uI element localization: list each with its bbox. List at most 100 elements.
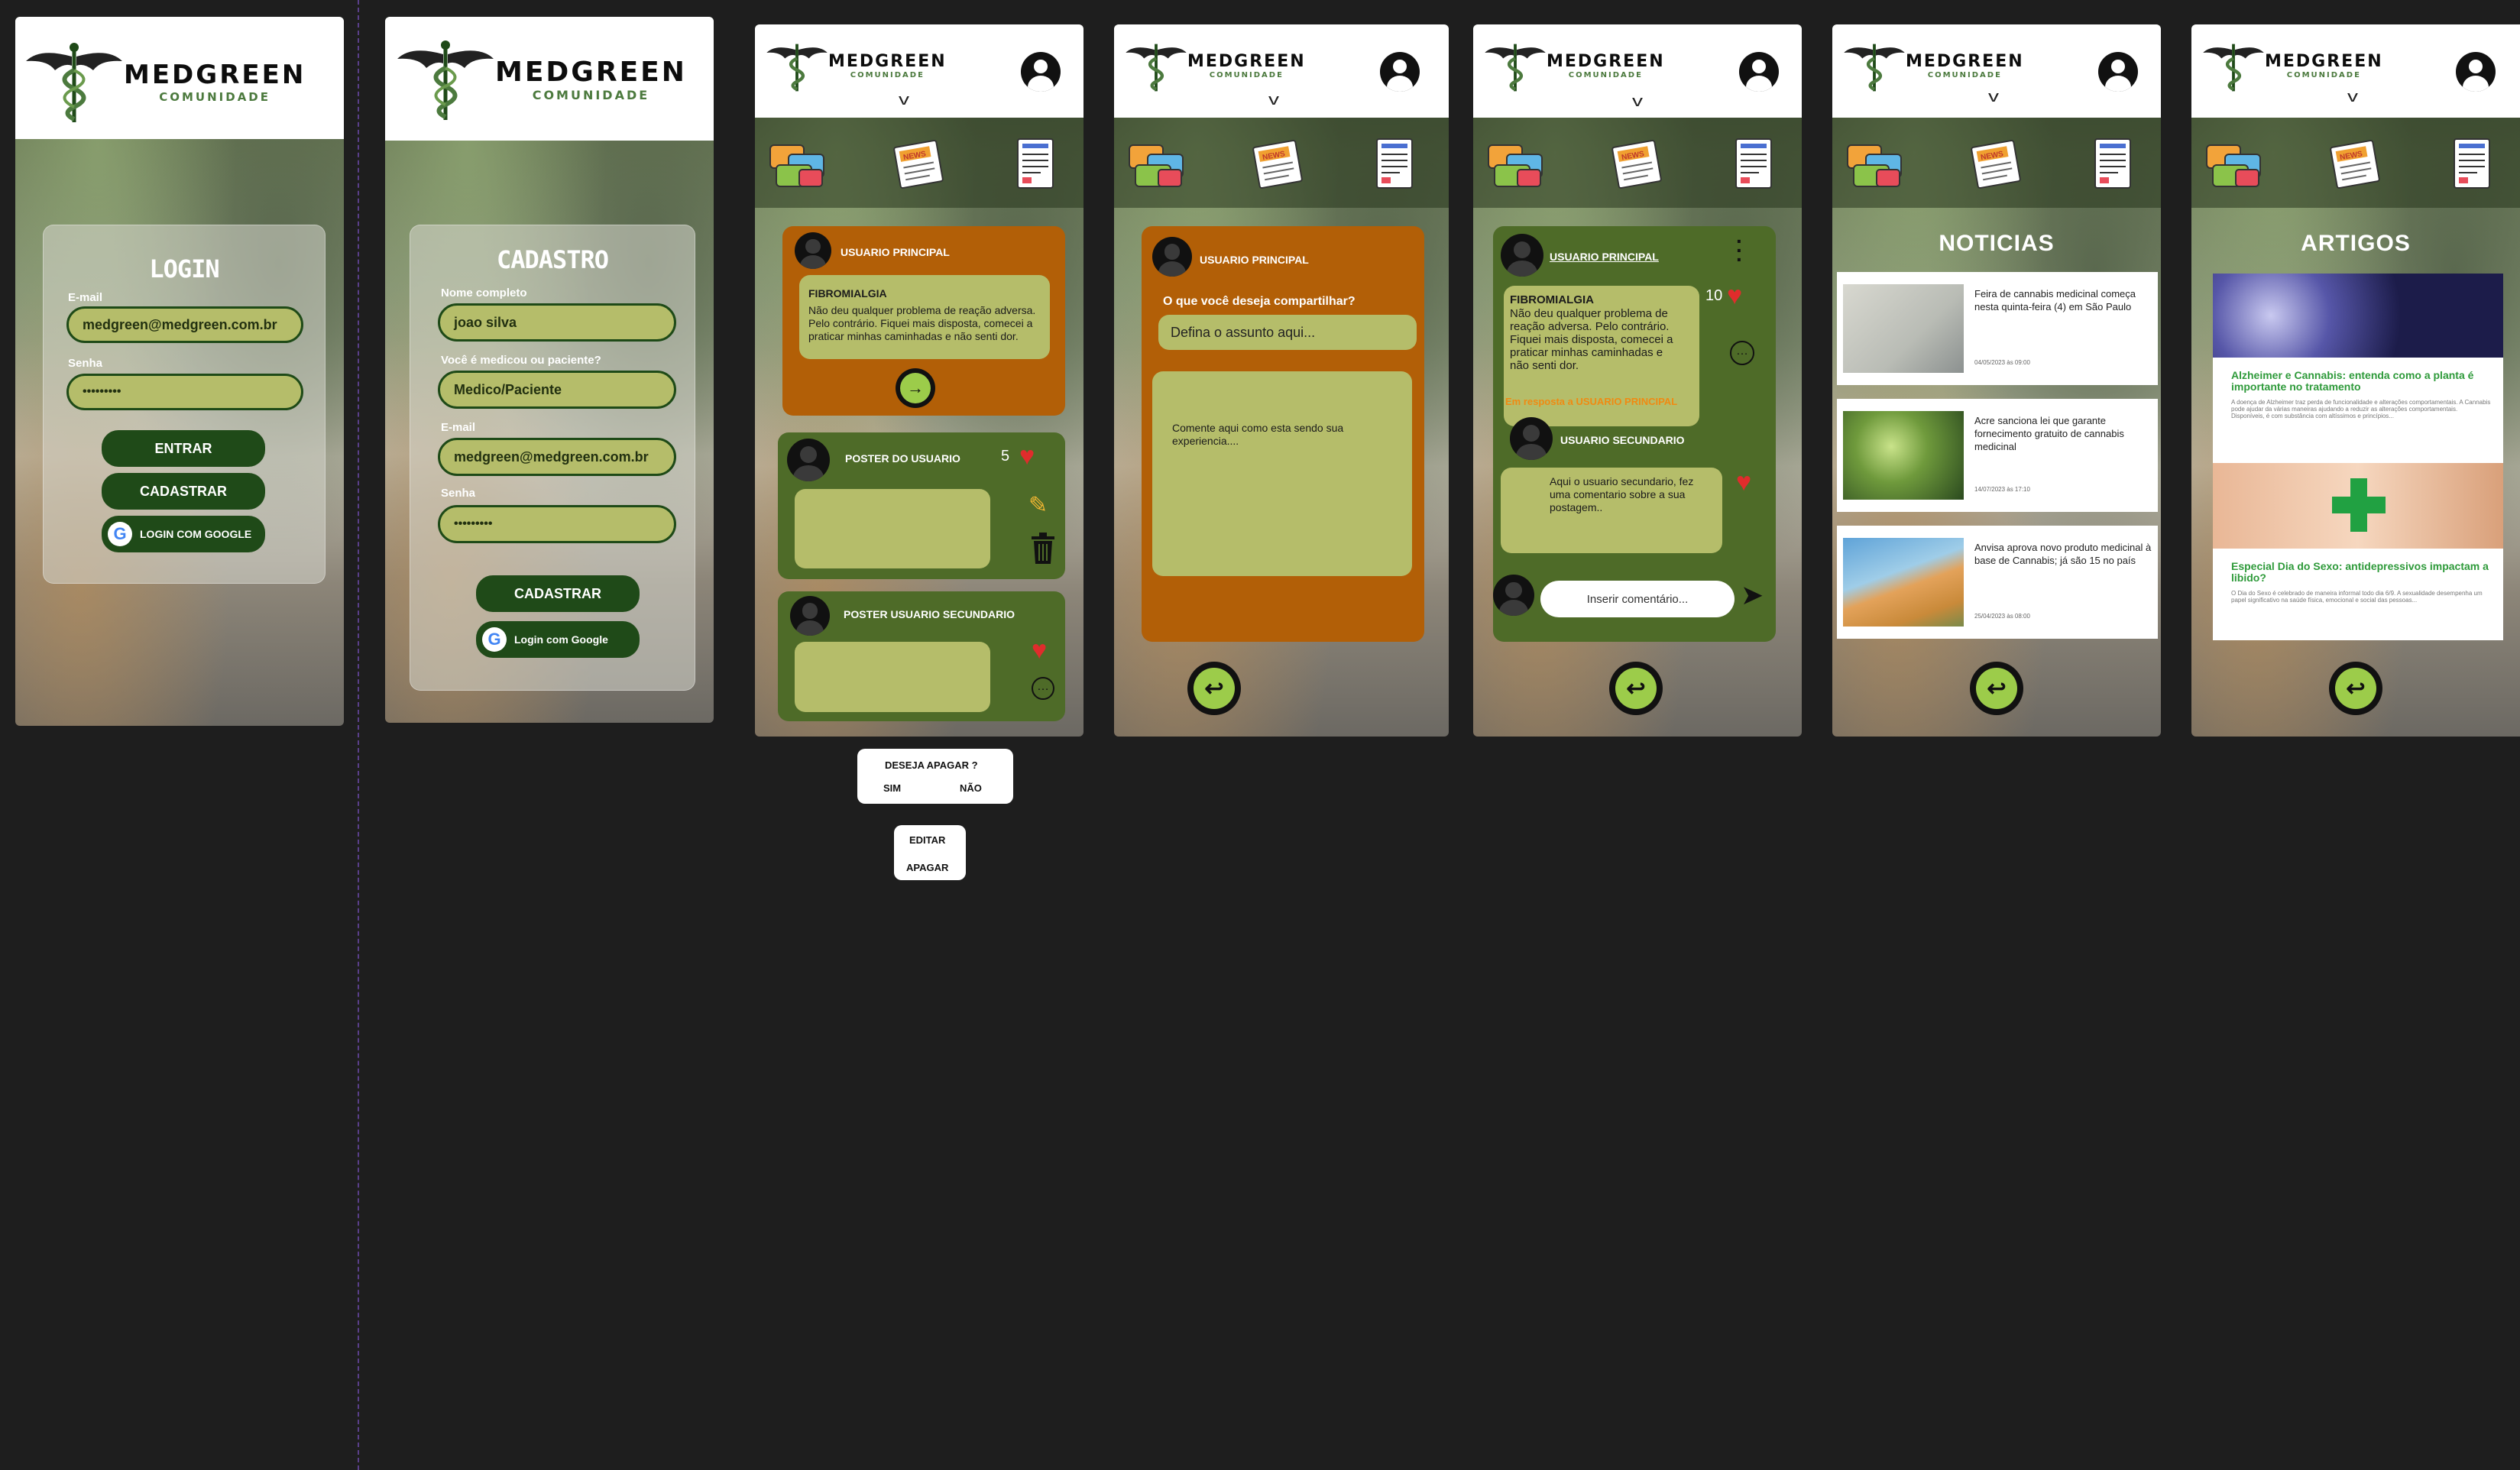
news-title: NOTICIAS bbox=[1939, 231, 2055, 256]
news-icon[interactable]: NEWS bbox=[889, 139, 949, 193]
forum-icon[interactable] bbox=[767, 139, 827, 193]
more-options-icon[interactable]: · · · bbox=[1736, 231, 1744, 270]
news-item[interactable]: Feira de cannabis medicinal começa nesta… bbox=[1837, 272, 2158, 385]
forum-icon[interactable] bbox=[1485, 139, 1545, 193]
news-thumbnail bbox=[1843, 284, 1964, 373]
google-icon: G bbox=[482, 627, 507, 652]
profile-avatar[interactable] bbox=[2098, 52, 2138, 92]
news-date: 25/04/2023 às 08:00 bbox=[1974, 613, 2030, 620]
heart-icon[interactable]: ♥ bbox=[1736, 469, 1751, 495]
google-login-label: Login com Google bbox=[514, 633, 608, 646]
news-screen: MEDGREEN COMUNIDADE v NEWS NOTICIAS Feir… bbox=[1832, 24, 2161, 737]
article-icon[interactable] bbox=[1365, 138, 1424, 191]
brand-subtitle: COMUNIDADE bbox=[532, 88, 650, 102]
medgreen-logo: MEDGREEN COMUNIDADE bbox=[1484, 37, 1665, 95]
delete-confirm-popup: DESEJA APAGAR ? SIM NÃO bbox=[857, 749, 1013, 804]
heart-icon[interactable]: ♥ bbox=[1727, 283, 1742, 309]
heart-icon[interactable]: ♥ bbox=[1032, 637, 1047, 663]
reply-text: Aqui o usuario secundario, fez uma comen… bbox=[1550, 475, 1694, 513]
secondary-poster-card: POSTER USUARIO SECUNDARIO ♥ … bbox=[778, 591, 1065, 721]
article-icon[interactable] bbox=[2442, 138, 2502, 191]
register-submit-button[interactable]: CADASTRAR bbox=[476, 575, 640, 612]
email-label: E-mail bbox=[441, 421, 476, 434]
brand-subtitle: COMUNIDADE bbox=[850, 71, 925, 79]
brand-name: MEDGREEN bbox=[495, 57, 687, 88]
news-icon[interactable]: NEWS bbox=[1608, 139, 1667, 193]
compose-question: O que você deseja compartilhar? bbox=[1163, 295, 1356, 308]
subject-input[interactable]: Defina o assunto aqui... bbox=[1158, 315, 1417, 350]
post-text: Não deu qualquer problema de reação adve… bbox=[808, 304, 1036, 342]
news-thumbnail bbox=[1843, 538, 1964, 627]
user-avatar bbox=[795, 232, 831, 269]
category-nav: NEWS bbox=[1473, 118, 1802, 208]
edit-pencil-icon[interactable]: ✎ bbox=[1028, 492, 1048, 519]
enter-button[interactable]: ENTRAR bbox=[102, 430, 265, 467]
chevron-down-icon[interactable]: v bbox=[1268, 92, 1279, 109]
article-image bbox=[2213, 274, 2503, 358]
trash-icon[interactable] bbox=[1030, 532, 1056, 565]
chevron-down-icon[interactable]: v bbox=[1988, 89, 1999, 106]
comment-icon[interactable]: … bbox=[1730, 341, 1754, 365]
profile-avatar[interactable] bbox=[1739, 52, 1779, 92]
comment-icon[interactable]: … bbox=[1032, 677, 1054, 700]
forum-icon[interactable] bbox=[1126, 139, 1186, 193]
experience-textarea[interactable]: Comente aqui como esta sendo sua experie… bbox=[1152, 371, 1412, 576]
confirm-no-button[interactable]: NÃO bbox=[960, 782, 982, 794]
article-icon[interactable] bbox=[1006, 138, 1065, 191]
google-login-button[interactable]: G Login com Google bbox=[476, 621, 640, 658]
google-login-button[interactable]: G LOGIN COM GOOGLE bbox=[102, 516, 265, 552]
caduceus-icon bbox=[1126, 44, 1187, 92]
chevron-down-icon[interactable]: v bbox=[2347, 89, 2358, 106]
brand-name: MEDGREEN bbox=[2265, 52, 2383, 71]
article-card[interactable]: Alzheimer e Cannabis: entenda como a pla… bbox=[2213, 274, 2503, 483]
forum-icon[interactable] bbox=[2204, 139, 2263, 193]
submit-arrow-button[interactable]: → bbox=[896, 368, 935, 408]
news-icon[interactable]: NEWS bbox=[2326, 139, 2386, 193]
article-icon[interactable] bbox=[1724, 138, 1783, 191]
category-nav: NEWS bbox=[2191, 118, 2520, 208]
user-type-field[interactable]: Medico/Paciente bbox=[438, 371, 676, 409]
medgreen-logo: MEDGREEN COMUNIDADE bbox=[2202, 37, 2383, 95]
comment-input[interactable]: Inserir comentário... bbox=[1540, 581, 1735, 617]
register-button[interactable]: CADASTRAR bbox=[102, 473, 265, 510]
name-field[interactable]: joao silva bbox=[438, 303, 676, 342]
back-button[interactable]: ↩ bbox=[1970, 662, 2023, 715]
article-excerpt: O Dia do Sexo é celebrado de maneira inf… bbox=[2231, 590, 2483, 604]
profile-avatar[interactable] bbox=[2456, 52, 2496, 92]
email-field[interactable]: medgreen@medgreen.com.br bbox=[66, 306, 303, 343]
forum-icon[interactable] bbox=[1845, 139, 1904, 193]
news-item[interactable]: Anvisa aprova novo produto medicinal à b… bbox=[1837, 526, 2158, 639]
password-field[interactable]: ••••••••• bbox=[66, 374, 303, 410]
caduceus-icon bbox=[1485, 44, 1546, 92]
delete-button[interactable]: APAGAR bbox=[906, 862, 948, 873]
send-icon[interactable]: ➤ bbox=[1741, 579, 1764, 611]
poster-content-box[interactable] bbox=[795, 489, 990, 568]
login-screen: MEDGREEN COMUNIDADE LOGIN E-mail medgree… bbox=[15, 17, 344, 726]
article-card[interactable]: Especial Dia do Sexo: antidepressivos im… bbox=[2213, 463, 2503, 640]
user-avatar bbox=[1152, 237, 1192, 277]
back-button[interactable]: ↩ bbox=[1187, 662, 1241, 715]
back-button[interactable]: ↩ bbox=[1609, 662, 1663, 715]
confirm-yes-button[interactable]: SIM bbox=[883, 782, 901, 794]
email-field[interactable]: medgreen@medgreen.com.br bbox=[438, 438, 676, 476]
caduceus-icon bbox=[2203, 44, 2264, 92]
heart-icon[interactable]: ♥ bbox=[1019, 443, 1035, 469]
header: MEDGREEN COMUNIDADE v bbox=[755, 24, 1083, 118]
brand-subtitle: COMUNIDADE bbox=[159, 90, 271, 104]
password-field[interactable]: ••••••••• bbox=[438, 505, 676, 543]
name-label: Nome completo bbox=[441, 287, 527, 300]
back-button[interactable]: ↩ bbox=[2329, 662, 2382, 715]
post-text: Não deu qualquer problema de reação adve… bbox=[1510, 307, 1673, 372]
news-date: 04/05/2023 às 09:00 bbox=[1974, 359, 2030, 366]
news-item[interactable]: Acre sanciona lei que garante fornecimen… bbox=[1837, 399, 2158, 512]
news-date: 14/07/2023 às 17:10 bbox=[1974, 486, 2030, 493]
article-icon[interactable] bbox=[2083, 138, 2143, 191]
secondary-content-box[interactable] bbox=[795, 642, 990, 712]
news-icon[interactable]: NEWS bbox=[1967, 139, 2026, 193]
profile-avatar[interactable] bbox=[1021, 52, 1061, 92]
edit-button[interactable]: EDITAR bbox=[909, 834, 945, 846]
chevron-down-icon[interactable]: v bbox=[1632, 93, 1643, 111]
profile-avatar[interactable] bbox=[1380, 52, 1420, 92]
chevron-down-icon[interactable]: v bbox=[899, 92, 909, 109]
news-icon[interactable]: NEWS bbox=[1249, 139, 1308, 193]
